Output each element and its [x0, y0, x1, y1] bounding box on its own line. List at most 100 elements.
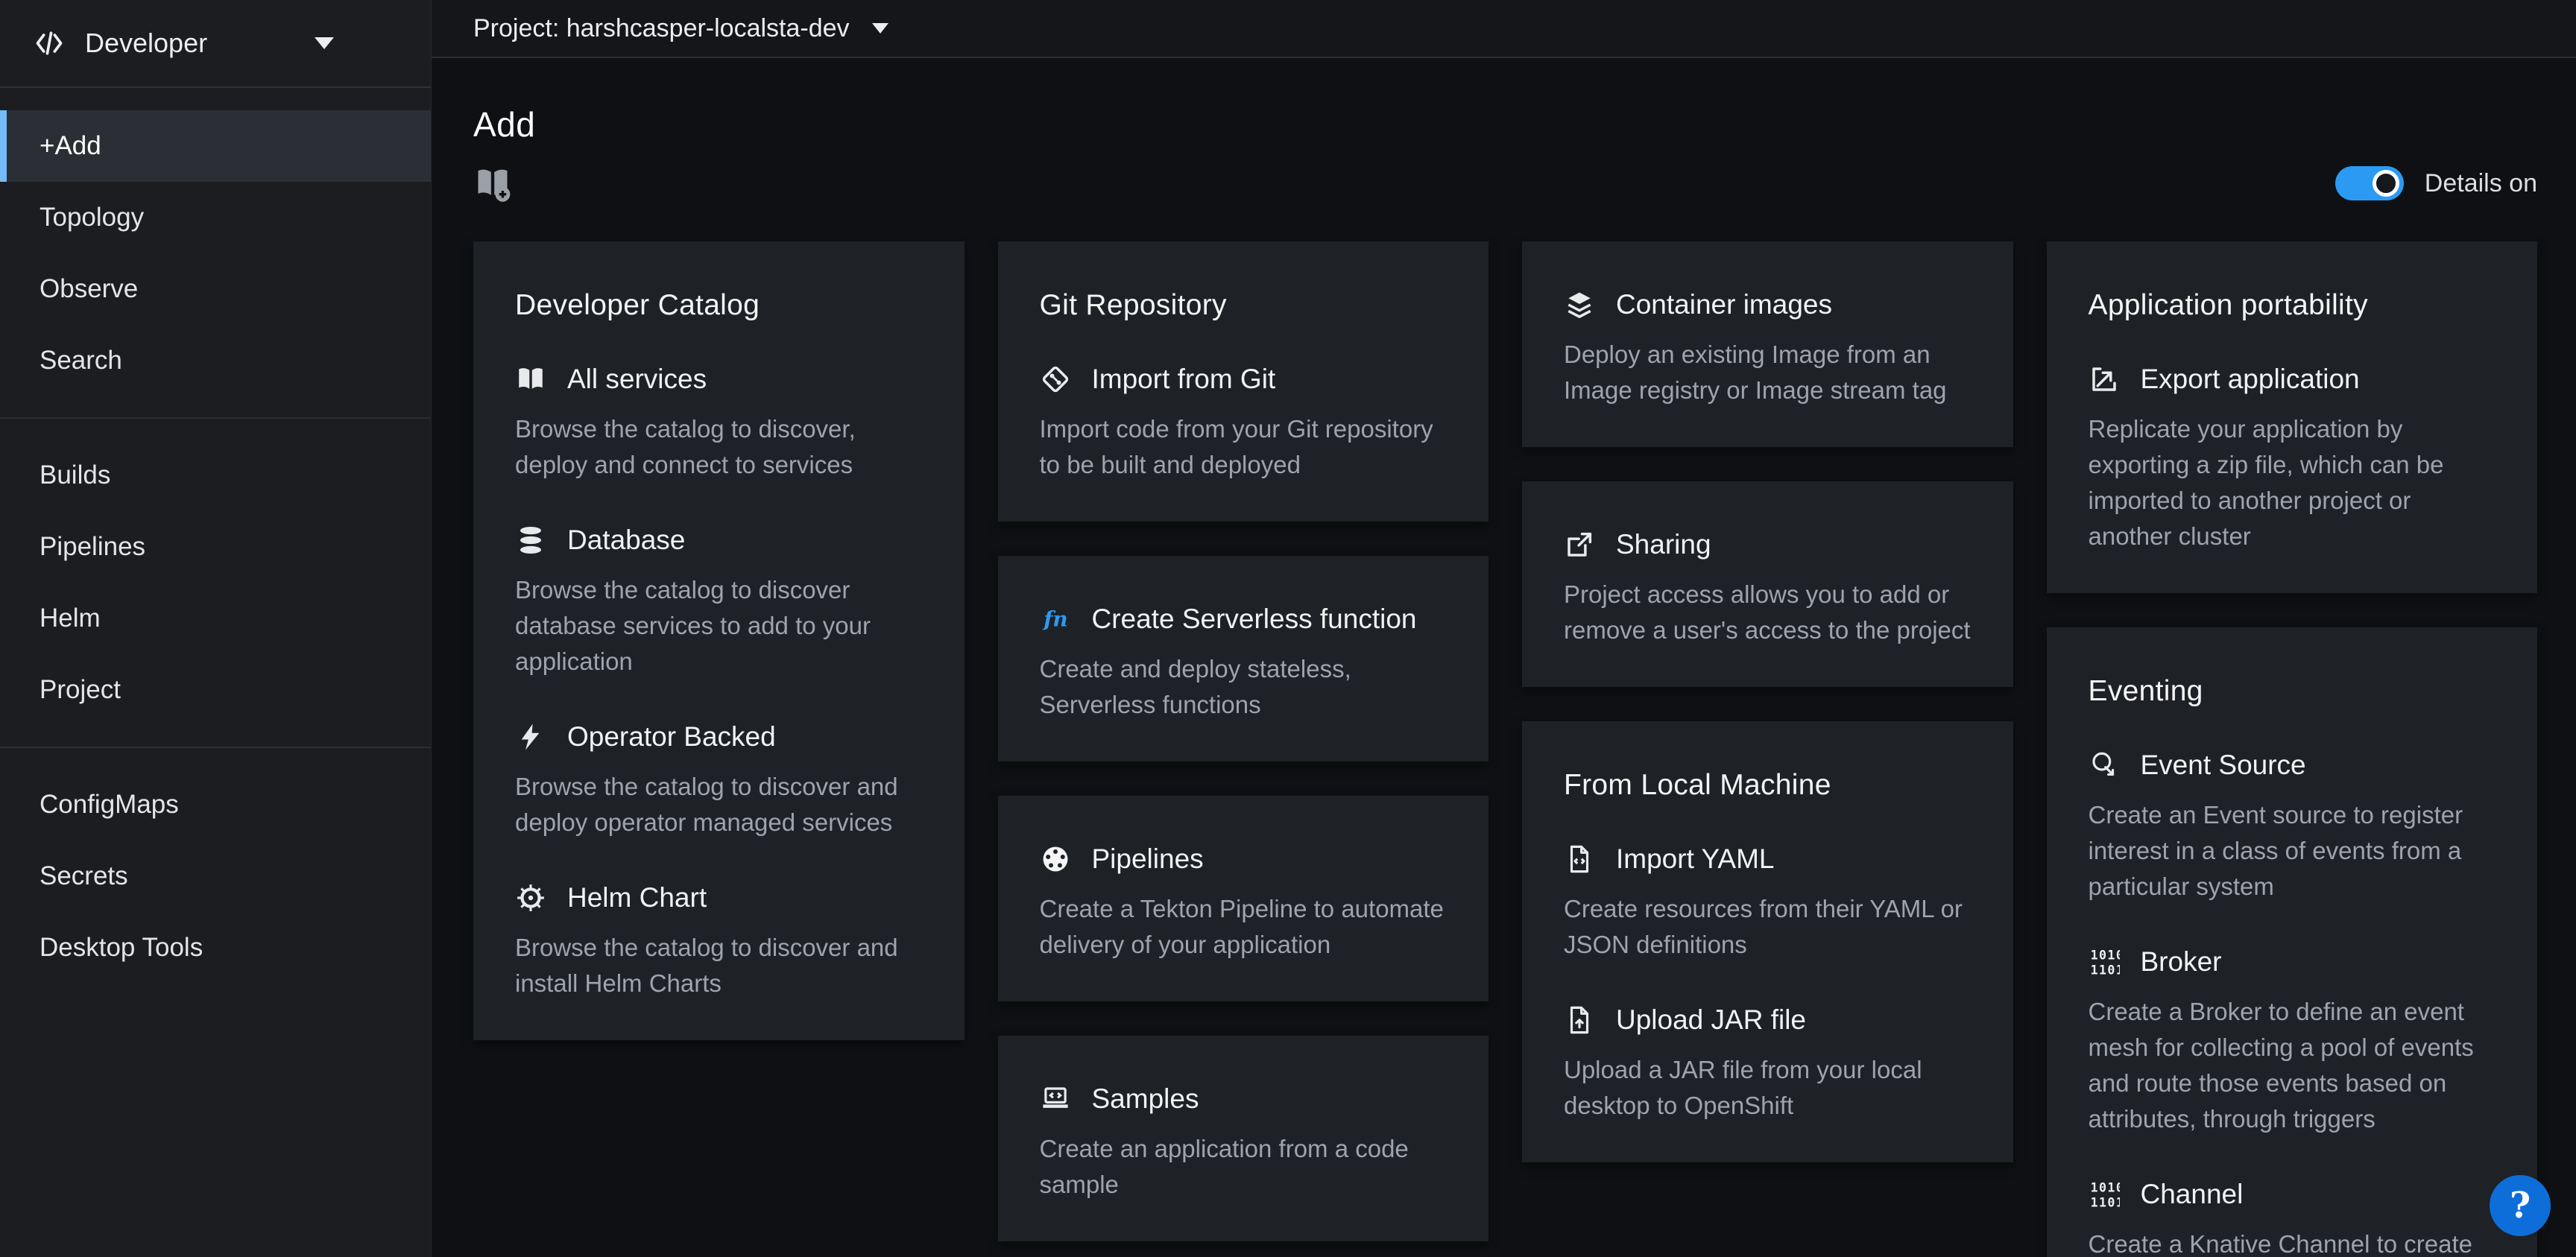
add-item-operator-backed: Operator Backed Browse the catalog to dis…	[515, 721, 923, 840]
card-pipelines: PipelinesCreate a Tekton Pipeline to aut…	[998, 796, 1489, 1001]
add-item-pipelines: PipelinesCreate a Tekton Pipeline to aut…	[1040, 843, 1448, 963]
card-column: Application portabilityExport applicatio…	[2047, 241, 2538, 1257]
event-source-icon	[2089, 750, 2120, 781]
add-item-all-services: All services Browse the catalog to discov…	[515, 364, 923, 483]
add-item-title: Upload JAR file	[1616, 1004, 1806, 1036]
layers-icon	[1564, 289, 1595, 320]
tekton-icon	[1040, 843, 1071, 875]
sidebar-item-observe[interactable]: Observe	[0, 253, 431, 325]
sidebar-divider	[0, 417, 431, 419]
add-item-container-images: Container imagesDeploy an existing Image…	[1564, 289, 1972, 408]
add-item-upload-jar-file: Upload JAR fileUpload a JAR file from yo…	[1564, 1004, 1972, 1124]
svg-text:1010: 1010	[2090, 949, 2119, 963]
app-window: Developer +AddTopologyObserveSearch Build…	[0, 0, 2576, 1257]
sidebar: Developer +AddTopologyObserveSearch Build…	[0, 0, 431, 1257]
add-item-description: Browse the catalog to discover, deploy a…	[515, 411, 923, 483]
sidebar-item-topology[interactable]: Topology	[0, 182, 431, 253]
add-cards-grid: Developer CatalogAll servicesBrowse the …	[473, 241, 2537, 1257]
add-item-link-channel[interactable]: 10101101 Channel	[2089, 1179, 2496, 1210]
card-title: From Local Machine	[1564, 769, 1972, 802]
svg-text:1101: 1101	[2090, 963, 2119, 978]
card-column: Developer CatalogAll servicesBrowse the …	[473, 241, 965, 1040]
add-item-link-create-serverless-function[interactable]: fn Create Serverless function	[1040, 604, 1448, 635]
project-selector-label: Project: harshcasper-localsta-dev	[473, 14, 850, 43]
broker-icon: 10101101	[2089, 946, 2120, 978]
add-item-link-sharing[interactable]: Sharing	[1564, 529, 1972, 560]
sidebar-nav: +AddTopologyObserveSearch BuildsPipelines…	[0, 88, 431, 984]
chevron-down-icon	[315, 37, 334, 49]
add-item-create-serverless-function: fn Create Serverless function Create and d…	[1040, 604, 1448, 723]
add-item-title: Samples	[1092, 1083, 1199, 1115]
add-item-import-yaml: Import YAMLCreate resources from their Y…	[1564, 843, 1972, 963]
main-area: Project: harshcasper-localsta-dev Add	[431, 0, 2576, 1257]
add-item-title: All services	[567, 364, 707, 395]
card-sharing: SharingProject access allows you to add …	[1522, 481, 2013, 687]
samples-icon	[1040, 1083, 1071, 1115]
sidebar-item-pipelines[interactable]: Pipelines	[0, 511, 431, 583]
sidebar-item-builds[interactable]: Builds	[0, 440, 431, 511]
quick-start-book-button[interactable]	[473, 164, 512, 203]
channel-icon: 10101101	[2089, 1179, 2120, 1210]
add-item-link-all-services[interactable]: All services	[515, 364, 923, 395]
add-item-channel: 10101101 Channel Create a Knative Channel …	[2089, 1179, 2496, 1257]
fn-icon: fn	[1040, 604, 1071, 635]
bolt-icon	[515, 721, 546, 753]
add-item-description: Create and deploy stateless, Serverless …	[1040, 651, 1448, 723]
add-item-link-helm-chart[interactable]: Helm Chart	[515, 882, 923, 914]
file-code-icon	[1564, 843, 1595, 875]
add-item-title: Channel	[2141, 1179, 2244, 1210]
add-item-link-operator-backed[interactable]: Operator Backed	[515, 721, 923, 753]
details-toggle-label: Details on	[2425, 169, 2537, 198]
add-item-link-database[interactable]: Database	[515, 525, 923, 556]
add-item-link-export-application[interactable]: Export application	[2089, 364, 2496, 395]
add-item-title: Import YAML	[1616, 843, 1774, 875]
toggle-knob	[2373, 170, 2399, 197]
sidebar-item-configmaps[interactable]: ConfigMaps	[0, 769, 431, 840]
add-item-link-pipelines[interactable]: Pipelines	[1040, 843, 1448, 875]
add-item-title: Export application	[2141, 364, 2360, 395]
add-item-title: Sharing	[1616, 529, 1711, 560]
sidebar-item-project[interactable]: Project	[0, 654, 431, 726]
card-eventing: EventingEvent SourceCreate an Event sour…	[2047, 627, 2538, 1257]
card-git-repository: Git RepositoryImport from GitImport code…	[998, 241, 1489, 522]
card-container-images: Container imagesDeploy an existing Image…	[1522, 241, 2013, 447]
sidebar-item-desktop-tools[interactable]: Desktop Tools	[0, 912, 431, 984]
card-application-portability: Application portabilityExport applicatio…	[2047, 241, 2538, 593]
add-item-title: Container images	[1616, 289, 1832, 320]
project-selector[interactable]: Project: harshcasper-localsta-dev	[432, 0, 2576, 58]
sidebar-item-secrets[interactable]: Secrets	[0, 840, 431, 912]
add-item-sharing: SharingProject access allows you to add …	[1564, 529, 1972, 648]
card-column: Container imagesDeploy an existing Image…	[1522, 241, 2013, 1162]
git-icon	[1040, 364, 1071, 395]
add-item-link-broker[interactable]: 10101101Broker	[2089, 946, 2496, 978]
add-item-import-from-git: Import from GitImport code from your Git…	[1040, 364, 1448, 483]
add-item-description: Create an application from a code sample	[1040, 1131, 1448, 1203]
add-item-link-import-from-git[interactable]: Import from Git	[1040, 364, 1448, 395]
add-item-description: Browse the catalog to discover and deplo…	[515, 769, 923, 840]
svg-text:fn: fn	[1042, 607, 1067, 632]
add-item-description: Replicate your application by exporting …	[2089, 411, 2496, 554]
sidebar-item-add[interactable]: +Add	[0, 110, 431, 182]
add-page: Add Details on	[432, 58, 2576, 1257]
add-item-description: Create a Knative Channel to create an ev…	[2089, 1226, 2496, 1257]
add-item-link-container-images[interactable]: Container images	[1564, 289, 1972, 320]
book-plus-icon	[473, 164, 512, 203]
add-item-title: Create Serverless function	[1092, 604, 1417, 635]
add-item-description: Browse the catalog to discover database …	[515, 572, 923, 680]
perspective-switcher[interactable]: Developer	[0, 0, 431, 88]
add-item-link-event-source[interactable]: Event Source	[2089, 750, 2496, 781]
export-icon	[2089, 364, 2120, 395]
add-item-description: Browse the catalog to discover and insta…	[515, 930, 923, 1001]
svg-text:1010: 1010	[2090, 1181, 2119, 1195]
add-item-link-import-yaml[interactable]: Import YAML	[1564, 843, 1972, 875]
help-button[interactable]: ?	[2490, 1175, 2551, 1236]
helm-icon	[515, 882, 546, 914]
add-item-title: Event Source	[2141, 750, 2306, 781]
database-icon	[515, 525, 546, 556]
sidebar-item-search[interactable]: Search	[0, 325, 431, 396]
add-item-database: Database Browse the catalog to discover d…	[515, 525, 923, 680]
details-toggle-switch[interactable]	[2335, 166, 2404, 200]
add-item-link-upload-jar-file[interactable]: Upload JAR file	[1564, 1004, 1972, 1036]
add-item-link-samples[interactable]: Samples	[1040, 1083, 1448, 1115]
sidebar-item-helm[interactable]: Helm	[0, 583, 431, 654]
